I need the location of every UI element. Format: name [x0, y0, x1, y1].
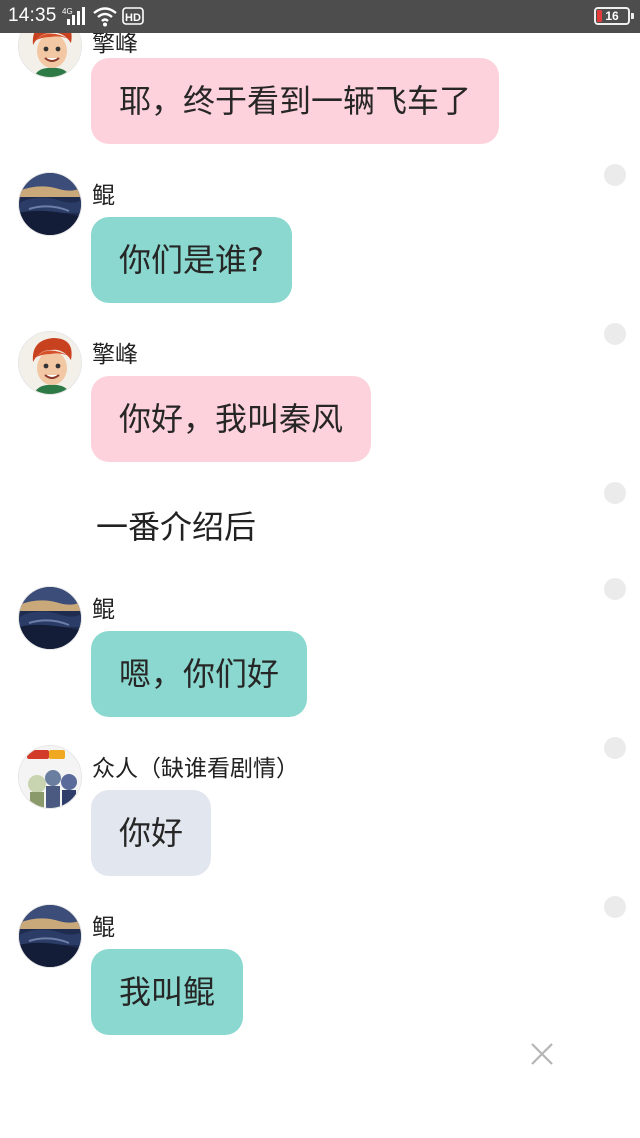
- narration-text: 一番介绍后: [96, 508, 257, 546]
- network-label: 4G: [62, 7, 73, 16]
- status-time: 14:35: [8, 5, 57, 26]
- message-1-bubble[interactable]: 你们是谁?: [91, 217, 292, 303]
- avatar-kun[interactable]: [18, 586, 82, 650]
- battery-level: 16: [605, 9, 619, 23]
- avatar-crowd[interactable]: [18, 745, 82, 809]
- status-icons: 4G HD: [62, 4, 144, 28]
- wifi-icon: [92, 5, 118, 27]
- message-5-name: 鲲: [92, 915, 115, 941]
- message-5-menu-dot[interactable]: [604, 896, 626, 918]
- message-3-bubble[interactable]: 嗯，你们好: [91, 631, 308, 717]
- message-4-menu-dot[interactable]: [604, 737, 626, 759]
- close-icon[interactable]: [528, 1040, 556, 1068]
- avatar-kun[interactable]: [18, 172, 82, 236]
- message-3-menu-dot[interactable]: [604, 578, 626, 600]
- message-3-name: 鲲: [92, 597, 115, 623]
- signal-icon: 4G: [62, 5, 88, 27]
- message-2-bubble[interactable]: 你好，我叫秦风: [91, 376, 372, 462]
- message-4-name: 众人（缺谁看剧情）: [92, 756, 299, 782]
- avatar-kun[interactable]: [18, 904, 82, 968]
- message-2-menu-dot[interactable]: [604, 323, 626, 345]
- chat-screen: 14:35 4G HD 16 擎峰 耶，终于看到一辆飞车了 鲲 你们是谁? 擎峰…: [0, 0, 640, 1138]
- battery-icon: 16: [594, 7, 634, 25]
- message-0-bubble[interactable]: 耶，终于看到一辆飞车了: [91, 58, 500, 144]
- message-4-bubble[interactable]: 你好: [91, 790, 212, 876]
- message-5-bubble[interactable]: 我叫鲲: [91, 949, 244, 1035]
- narration-menu-dot[interactable]: [604, 482, 626, 504]
- hd-icon: HD: [122, 5, 144, 27]
- hd-label: HD: [125, 12, 141, 24]
- avatar-qingfeng[interactable]: [18, 331, 82, 395]
- message-2-name: 擎峰: [92, 342, 138, 368]
- status-bar: 14:35 4G HD 16: [0, 0, 640, 33]
- message-1-menu-dot[interactable]: [604, 164, 626, 186]
- message-1-name: 鲲: [92, 183, 115, 209]
